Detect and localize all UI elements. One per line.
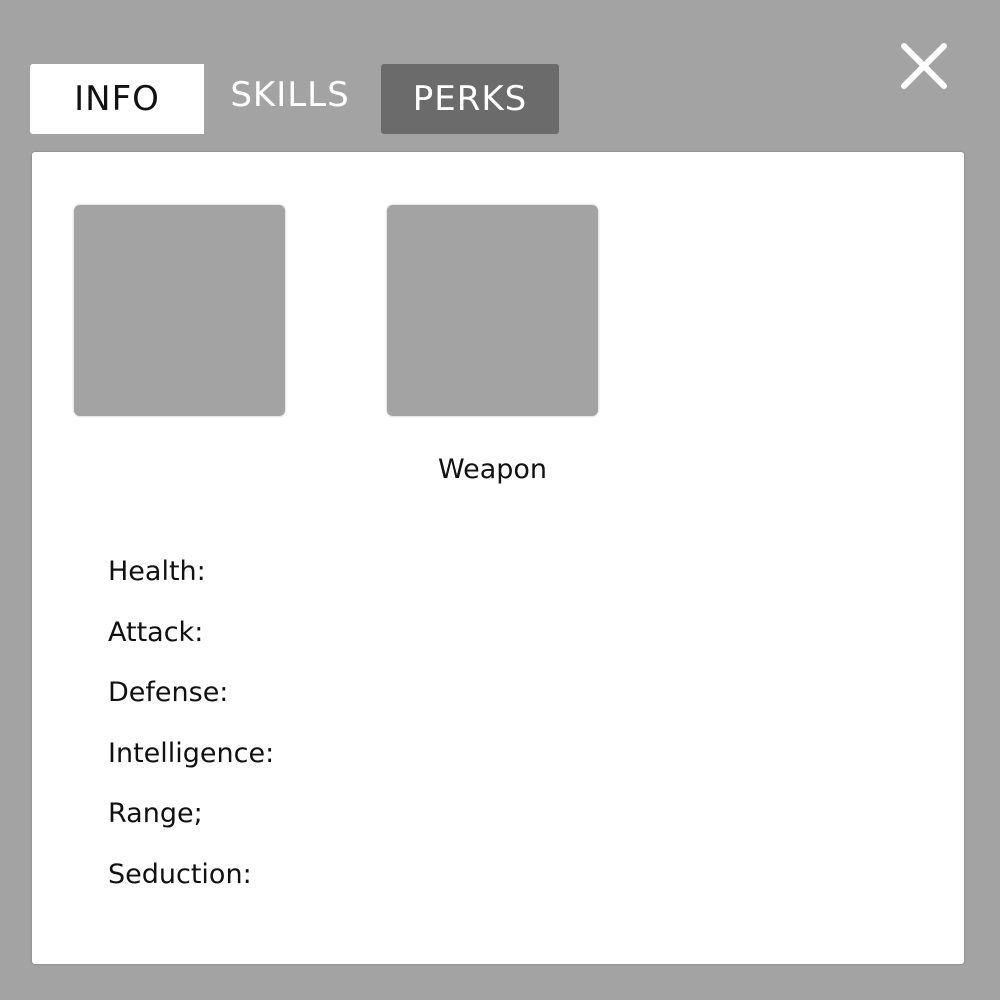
info-panel: Weapon Health: Attack: Defense: Intellig… (32, 152, 964, 964)
close-button[interactable] (896, 38, 952, 94)
stat-seduction: Seduction: (108, 858, 252, 890)
stat-range: Range; (108, 798, 203, 829)
tab-perks[interactable]: PERKS (381, 64, 559, 134)
tab-skills[interactable]: SKILLS (204, 60, 376, 130)
tab-info[interactable]: INFO (30, 64, 204, 134)
weapon-label: Weapon (437, 454, 548, 485)
close-x-icon (901, 43, 947, 89)
stat-intelligence: Intelligence: (108, 737, 275, 769)
stat-defense: Defense: (108, 677, 229, 708)
stats-list: Health: Attack: Defense: Intelligence: R… (108, 552, 274, 915)
stat-attack: Attack: (108, 616, 204, 648)
equipment-slot[interactable] (74, 205, 285, 416)
weapon-slot[interactable] (387, 205, 598, 416)
stat-health: Health: (108, 556, 206, 587)
